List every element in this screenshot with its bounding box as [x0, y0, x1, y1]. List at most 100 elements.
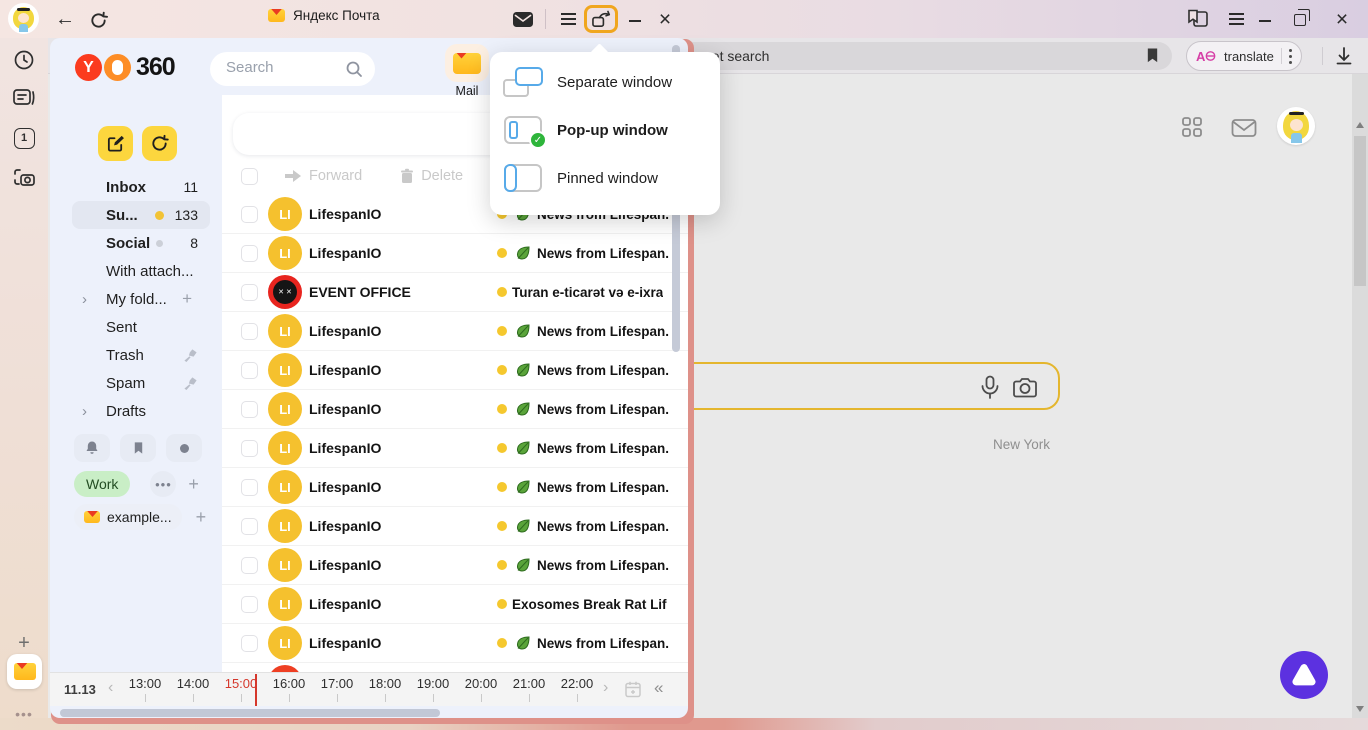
forward-button[interactable]: Forward [284, 168, 362, 184]
message-row[interactable]: LI LifespanIO News from Lifespan. [222, 468, 688, 507]
translate-options-button[interactable] [1289, 49, 1292, 64]
message-row[interactable]: EVENT OFFICE Turan e-ticarət və e-ixra [222, 273, 688, 312]
chevron-right-icon[interactable]: › [82, 403, 87, 420]
back-button[interactable]: ← [52, 6, 78, 32]
folder-item[interactable]: Spam [72, 369, 210, 397]
folder-item[interactable]: Sent [72, 313, 210, 341]
translate-button[interactable]: A translate [1186, 41, 1302, 71]
add-panel-button[interactable]: + [13, 632, 35, 654]
message-row[interactable]: LI LifespanIO News from Lifespan. [222, 507, 688, 546]
message-checkbox[interactable] [241, 440, 258, 457]
compose-button[interactable] [98, 126, 133, 161]
mail-app-tab[interactable] [445, 44, 489, 82]
folder-item[interactable]: › Drafts [72, 397, 210, 425]
bookmarked-filter[interactable] [120, 434, 156, 462]
message-checkbox[interactable] [241, 245, 258, 262]
downloads-button[interactable] [1334, 46, 1354, 71]
message-checkbox[interactable] [241, 635, 258, 652]
timeline-collapse-button[interactable]: « [654, 678, 663, 698]
scroll-up-arrow[interactable] [1356, 122, 1364, 128]
voice-search-button[interactable] [980, 375, 1000, 406]
folder-item[interactable]: Su... 133 [72, 201, 210, 229]
bookmarks-button[interactable] [1184, 8, 1210, 30]
screenshot-button[interactable] [12, 166, 36, 190]
alice-avatar[interactable] [8, 3, 39, 34]
image-search-button[interactable] [1012, 376, 1038, 405]
add-folder-icon[interactable]: + [182, 289, 192, 309]
message-row[interactable]: LI LifespanIO Exosomes Break Rat Lif [222, 585, 688, 624]
window-mode-menu: Separate window ✓ Pop-up window Pinned w… [490, 52, 720, 215]
select-all-checkbox[interactable] [241, 168, 258, 185]
message-row[interactable]: LI LifespanIO News from Lifespan. [222, 429, 688, 468]
window-mode-button[interactable] [584, 5, 618, 33]
scroll-down-arrow[interactable] [1356, 706, 1364, 712]
window-menu-button[interactable] [558, 10, 578, 28]
message-row[interactable]: LI LifespanIO News from Lifespan. [222, 234, 688, 273]
notifications-filter[interactable] [74, 434, 110, 462]
clear-folder-icon[interactable] [183, 376, 198, 391]
check-mail-button[interactable] [142, 126, 177, 161]
horizontal-scrollbar-thumb[interactable] [60, 709, 440, 717]
apps-grid-button[interactable] [1181, 116, 1203, 143]
message-checkbox[interactable] [241, 284, 258, 301]
history-button[interactable] [12, 48, 36, 72]
refresh-button[interactable] [86, 8, 110, 32]
message-checkbox[interactable] [241, 323, 258, 340]
account-pill[interactable]: example... [74, 504, 182, 530]
profile-avatar[interactable] [1277, 107, 1315, 145]
timeline-prev-button[interactable]: ‹ [108, 679, 113, 697]
mail-search-input[interactable] [226, 59, 341, 76]
new-mail-button[interactable] [511, 10, 535, 28]
message-row[interactable] [222, 663, 688, 672]
message-checkbox[interactable] [241, 479, 258, 496]
mail-app-shortcut[interactable] [7, 654, 42, 689]
browser-minimize-button[interactable] [1256, 16, 1274, 26]
tabs-button[interactable]: 1 [12, 126, 36, 150]
timeline-next-button[interactable]: › [603, 679, 608, 697]
scrollbar-thumb[interactable] [1354, 136, 1366, 286]
message-row[interactable]: LI LifespanIO News from Lifespan. [222, 390, 688, 429]
delete-button[interactable]: Delete [400, 168, 463, 184]
message-checkbox[interactable] [241, 596, 258, 613]
folder-item[interactable]: Trash [72, 341, 210, 369]
menu-item-popup-window[interactable]: ✓ Pop-up window [490, 106, 720, 154]
bookmark-flag-icon[interactable] [1145, 47, 1160, 69]
message-row[interactable]: LI LifespanIO News from Lifespan. [222, 546, 688, 585]
window-minimize-button[interactable] [626, 16, 644, 26]
add-tag-button[interactable]: + [188, 474, 199, 495]
chevron-right-icon[interactable]: › [82, 291, 87, 308]
timeline-hours[interactable]: 13:0014:0015:0016:0017:0018:0019:0020:00… [121, 676, 595, 706]
message-checkbox[interactable] [241, 362, 258, 379]
add-account-button[interactable]: + [196, 507, 207, 528]
yandex-360-logo[interactable]: Y 360 [75, 53, 175, 82]
message-row[interactable]: LI LifespanIO News from Lifespan. [222, 351, 688, 390]
unread-filter[interactable] [166, 434, 202, 462]
browser-restore-button[interactable] [1290, 11, 1310, 29]
folder-item[interactable]: With attach... [72, 257, 210, 285]
message-checkbox[interactable] [241, 557, 258, 574]
message-row[interactable]: LI LifespanIO News from Lifespan. [222, 312, 688, 351]
message-checkbox[interactable] [241, 518, 258, 535]
translate-label: translate [1224, 49, 1274, 64]
message-row[interactable]: LI LifespanIO News from Lifespan. [222, 624, 688, 663]
menu-item-pinned-window[interactable]: Pinned window [490, 154, 720, 202]
mail-search-field[interactable] [210, 52, 375, 86]
folder-item[interactable]: Social 8 [72, 229, 210, 257]
mail-check-button[interactable] [1231, 118, 1257, 143]
folder-item[interactable]: Inbox 11 [72, 173, 210, 201]
browser-menu-button[interactable] [1226, 10, 1246, 28]
folder-item[interactable]: › My fold... + [72, 285, 210, 313]
feed-button[interactable] [12, 86, 36, 110]
tags-more-button[interactable]: ••• [150, 471, 176, 497]
clear-folder-icon[interactable] [183, 348, 198, 363]
timeline-calendar-button[interactable] [624, 680, 642, 704]
weather-location[interactable]: New York [900, 437, 1050, 452]
alice-assistant-button[interactable] [1280, 651, 1328, 699]
page-scrollbar[interactable] [1352, 74, 1368, 718]
menu-item-separate-window[interactable]: Separate window [490, 58, 720, 106]
message-checkbox[interactable] [241, 401, 258, 418]
tag-work[interactable]: Work [74, 471, 130, 497]
message-checkbox[interactable] [241, 206, 258, 223]
window-close-button[interactable]: × [655, 7, 675, 31]
browser-close-button[interactable]: × [1332, 7, 1352, 31]
